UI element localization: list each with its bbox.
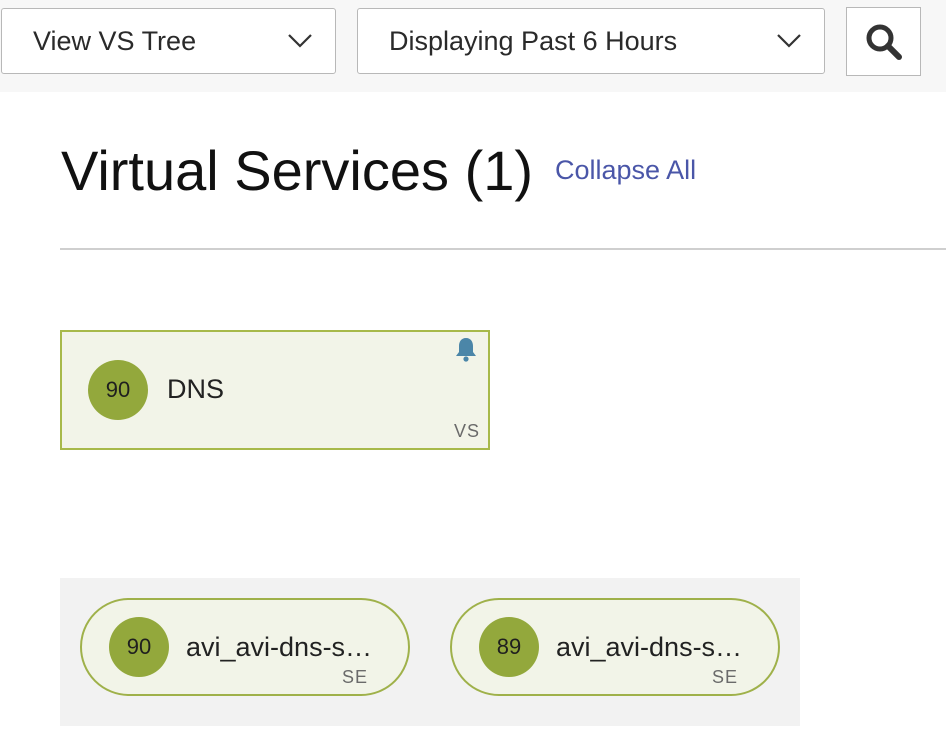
health-score-badge: 89 bbox=[479, 617, 539, 677]
vs-node-dns[interactable]: 90 DNS VS bbox=[60, 330, 490, 450]
se-node-type: SE bbox=[341, 667, 368, 687]
time-range-select-value: Displaying Past 6 Hours bbox=[389, 25, 678, 56]
vs-node-name: DNS bbox=[167, 374, 225, 404]
health-score-badge: 90 bbox=[88, 360, 148, 420]
se-node[interactable]: 90 avi_avi-dns-s… SE bbox=[80, 598, 410, 696]
se-node-name: avi_avi-dns-s… bbox=[556, 632, 743, 662]
search-button[interactable] bbox=[846, 7, 921, 76]
chevron-down-icon bbox=[777, 34, 801, 48]
page-title: Virtual Services (1) bbox=[61, 139, 534, 202]
service-engine-panel: 90 avi_avi-dns-s… SE 89 avi_avi-dns-s… S… bbox=[60, 578, 800, 726]
time-range-select[interactable]: Displaying Past 6 Hours bbox=[357, 8, 825, 74]
health-score-badge: 90 bbox=[109, 617, 169, 677]
se-node[interactable]: 89 avi_avi-dns-s… SE bbox=[450, 598, 780, 696]
search-icon bbox=[866, 24, 902, 60]
top-toolbar: View VS Tree Displaying Past 6 Hours bbox=[0, 0, 946, 92]
vs-node-type: VS bbox=[453, 421, 480, 441]
se-node-name: avi_avi-dns-s… bbox=[186, 632, 373, 662]
view-select-value: View VS Tree bbox=[33, 25, 197, 56]
se-node-type: SE bbox=[711, 667, 738, 687]
divider bbox=[60, 248, 946, 250]
view-select[interactable]: View VS Tree bbox=[1, 8, 336, 74]
bell-icon[interactable] bbox=[454, 336, 478, 362]
chevron-down-icon bbox=[288, 34, 312, 48]
collapse-all-link[interactable]: Collapse All bbox=[555, 154, 696, 186]
